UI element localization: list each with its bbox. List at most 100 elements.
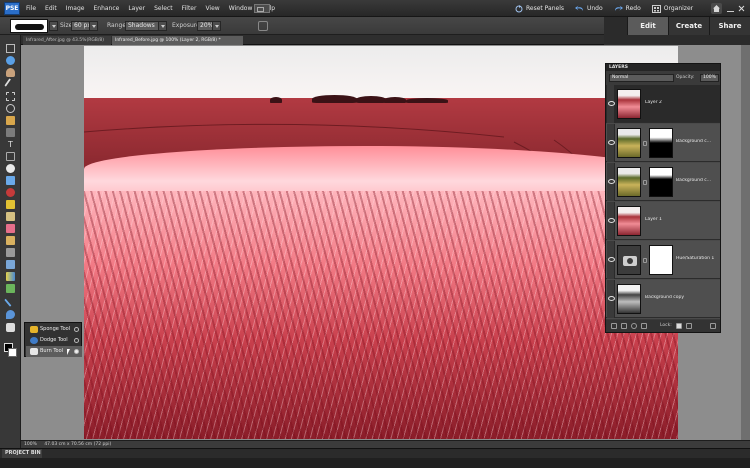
- quick-selection-tool-icon[interactable]: [6, 128, 15, 137]
- zoom-level[interactable]: 100%: [24, 442, 37, 447]
- reset-panels-button[interactable]: Reset Panels: [515, 4, 564, 13]
- menu-file[interactable]: File: [26, 5, 36, 12]
- eraser-tool-icon[interactable]: [6, 224, 15, 233]
- blend-mode-select[interactable]: Normal: [609, 74, 674, 82]
- project-bin-toggle[interactable]: PROJECT BIN: [2, 449, 42, 458]
- airbrush-icon[interactable]: [258, 21, 268, 31]
- layer-thumbnail: [617, 206, 641, 236]
- minimize-window-icon[interactable]: [727, 5, 734, 12]
- link-icon: [643, 258, 647, 263]
- menu-window[interactable]: Window: [229, 5, 253, 12]
- home-button[interactable]: [711, 3, 722, 14]
- visibility-eye-icon[interactable]: [607, 241, 615, 279]
- document-canvas[interactable]: [84, 46, 678, 439]
- move-tool-icon[interactable]: [6, 44, 15, 53]
- menu-enhance[interactable]: Enhance: [93, 5, 119, 12]
- new-layer-icon[interactable]: [611, 323, 617, 329]
- cookie-cutter-tool-icon[interactable]: [6, 164, 15, 173]
- menu-select[interactable]: Select: [154, 5, 173, 12]
- redo-button[interactable]: Redo: [614, 5, 641, 12]
- tab-edit[interactable]: Edit: [627, 17, 668, 35]
- hand-tool-icon[interactable]: [6, 68, 15, 77]
- magic-wand-tool-icon[interactable]: [6, 116, 15, 125]
- brush-tool-icon[interactable]: [6, 236, 15, 245]
- eyedropper-tool-icon[interactable]: [4, 78, 17, 91]
- opacity-field[interactable]: 100%: [700, 74, 719, 82]
- tab-share[interactable]: Share: [709, 17, 750, 35]
- spot-healing-tool-icon[interactable]: [6, 200, 15, 209]
- tab-create[interactable]: Create: [668, 17, 709, 35]
- layer-row[interactable]: Layer 2: [606, 85, 720, 123]
- menu-layer[interactable]: Layer: [128, 5, 145, 12]
- pencil-tool-icon[interactable]: [4, 294, 17, 307]
- organizer-button[interactable]: Organizer: [651, 4, 693, 13]
- toning-tools-flyout: Sponge Tool Dodge Tool Burn Tool: [24, 322, 82, 357]
- layer-row[interactable]: Hue/Saturation 1: [606, 241, 720, 279]
- lock-transparency-icon[interactable]: [676, 323, 682, 329]
- lock-all-icon[interactable]: [686, 323, 692, 329]
- undo-icon: [574, 5, 583, 11]
- menu-view[interactable]: View: [205, 5, 219, 12]
- option-radio-icon: [74, 349, 79, 354]
- layer-thumbnail: [617, 89, 641, 119]
- paint-bucket-tool-icon[interactable]: [6, 260, 15, 269]
- exposure-slider-dropdown[interactable]: [212, 21, 221, 31]
- layer-mask-thumbnail[interactable]: [649, 128, 673, 158]
- visibility-eye-icon[interactable]: [607, 202, 615, 240]
- red-eye-tool-icon[interactable]: [6, 188, 15, 197]
- add-mask-icon[interactable]: [641, 323, 647, 329]
- arrange-documents-button[interactable]: [254, 4, 270, 13]
- new-adjustment-layer-icon[interactable]: [631, 323, 637, 329]
- range-dropdown-arrow[interactable]: [158, 21, 167, 31]
- menu-image[interactable]: Image: [66, 5, 85, 12]
- doc-tab-infrared-before[interactable]: Infrared_Before.jpg @ 100% (Layer 2, RGB…: [112, 36, 243, 45]
- menu-edit[interactable]: Edit: [45, 5, 57, 12]
- tool-options-bar: Size: 60 px Range: Shadows Exposure: 20%: [0, 17, 604, 35]
- layers-footer: Lock:: [606, 320, 720, 332]
- home-icon: [713, 5, 720, 12]
- layer-mask-thumbnail[interactable]: [649, 245, 673, 275]
- lasso-tool-icon[interactable]: [6, 104, 15, 113]
- type-tool-icon[interactable]: T: [6, 140, 15, 149]
- clone-stamp-tool-icon[interactable]: [6, 212, 15, 221]
- gradient-tool-icon[interactable]: [6, 272, 15, 281]
- canvas-vertical-scrollbar[interactable]: [741, 45, 750, 440]
- straighten-tool-icon[interactable]: [6, 176, 15, 185]
- dodge-tool-item[interactable]: Dodge Tool: [26, 335, 82, 346]
- visibility-eye-icon[interactable]: [607, 85, 615, 123]
- layer-mask-thumbnail[interactable]: [649, 167, 673, 197]
- layer-row[interactable]: Layer 1: [606, 202, 720, 240]
- trash-icon[interactable]: [710, 323, 716, 329]
- menu-filter[interactable]: Filter: [182, 5, 197, 12]
- layer-row[interactable]: Background copy: [606, 280, 720, 318]
- shape-tool-icon[interactable]: [6, 284, 15, 293]
- crop-tool-icon[interactable]: [6, 152, 15, 161]
- visibility-eye-icon[interactable]: [607, 163, 615, 201]
- reset-panels-label: Reset Panels: [526, 5, 564, 12]
- close-window-icon[interactable]: [738, 5, 745, 12]
- marquee-tool-icon[interactable]: [6, 92, 15, 101]
- layer-row[interactable]: Background c...: [606, 163, 720, 201]
- burn-tool-icon[interactable]: [6, 323, 15, 332]
- size-field[interactable]: 60 px: [71, 21, 90, 31]
- zoom-tool-icon[interactable]: [6, 56, 15, 65]
- visibility-eye-icon[interactable]: [607, 124, 615, 162]
- visibility-eye-icon[interactable]: [607, 280, 615, 318]
- redo-label: Redo: [625, 5, 641, 12]
- dodge-tool-label: Dodge Tool: [40, 337, 68, 343]
- new-group-icon[interactable]: [621, 323, 627, 329]
- smart-brush-tool-icon[interactable]: [6, 248, 15, 257]
- background-color-swatch[interactable]: [8, 348, 17, 357]
- sponge-tool-item[interactable]: Sponge Tool: [26, 324, 82, 335]
- layer-name: Layer 1: [645, 217, 662, 222]
- undo-label: Undo: [586, 5, 603, 12]
- layer-row[interactable]: Background c...: [606, 124, 720, 162]
- burn-tool-item[interactable]: Burn Tool: [26, 346, 82, 357]
- doc-tab-infrared-after[interactable]: Infrared_After.jpg @ 43.5%(RGB/8): [23, 36, 111, 45]
- option-radio-icon: [74, 327, 79, 332]
- size-slider-dropdown[interactable]: [89, 21, 98, 31]
- undo-button[interactable]: Undo: [574, 5, 603, 12]
- brush-picker-dropdown[interactable]: [49, 21, 58, 31]
- brush-preview[interactable]: [10, 19, 48, 33]
- blur-tool-icon[interactable]: [6, 310, 15, 319]
